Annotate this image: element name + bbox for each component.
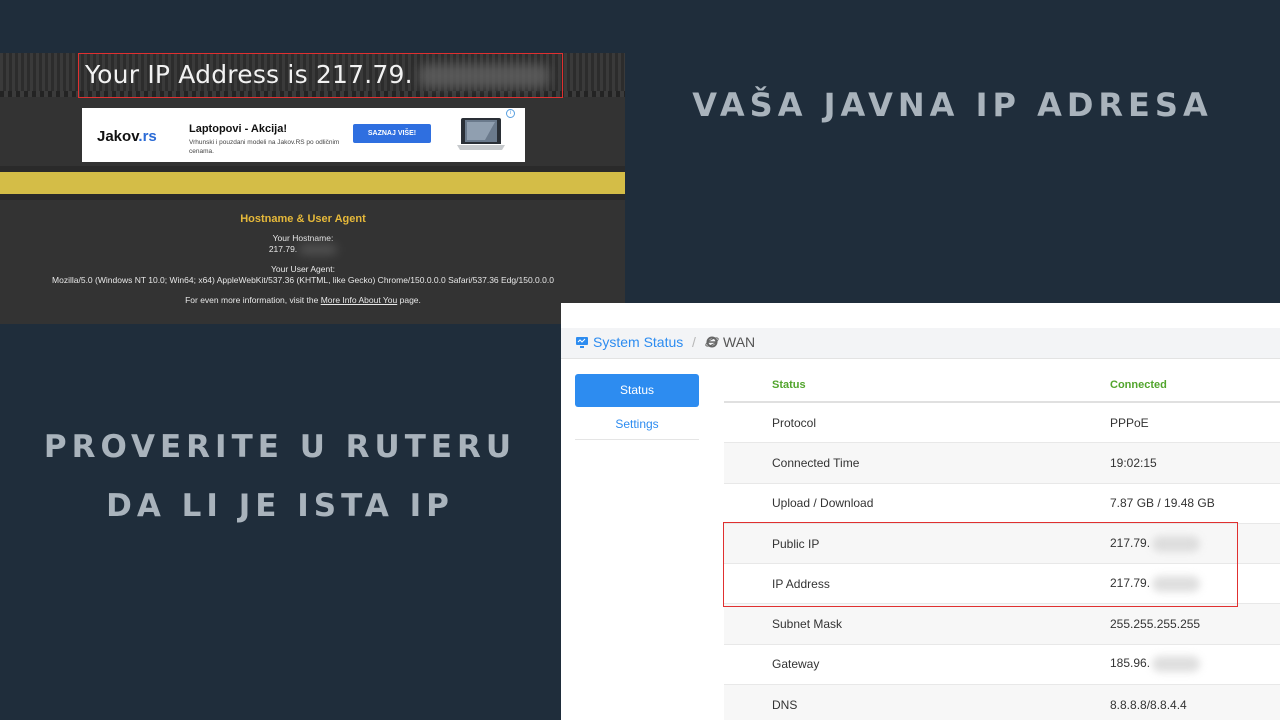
row-value: 185.96.: [1110, 656, 1201, 673]
redacted-hostname: [299, 245, 338, 255]
laptop-icon: [455, 116, 507, 159]
row-key: Subnet Mask: [772, 617, 843, 632]
redacted-ip: [418, 64, 549, 88]
ad-info-icon[interactable]: i: [506, 109, 515, 118]
header-connected: Connected: [1110, 379, 1167, 391]
row-key: DNS: [772, 697, 798, 712]
monitor-icon: [576, 337, 588, 348]
ad-body: Vrhunski i pouzdani modeli na Jakov.RS p…: [189, 139, 340, 155]
hostname-value: 217.79.: [0, 244, 606, 255]
ip-highlight-box-router: [723, 522, 1238, 607]
sidebar-settings-link[interactable]: Settings: [575, 409, 699, 440]
row-value: 7.87 GB / 19.48 GB: [1110, 496, 1215, 511]
table-row: Connected Time 19:02:15: [724, 443, 1280, 484]
table-row: Gateway 185.96.: [724, 645, 1280, 686]
hostname-label: Your Hostname:: [272, 233, 334, 243]
caption-public-ip: VAŠA JAVNA IP ADRESA: [692, 86, 1213, 124]
row-value: 19:02:15: [1110, 455, 1157, 470]
section-title: Hostname & User Agent: [240, 213, 366, 225]
row-value: 8.8.8.8/8.8.4.4: [1110, 697, 1187, 712]
ad-banner[interactable]: Jakov.rs Laptopovi - Akcija! Vrhunski i …: [82, 108, 525, 162]
ip-title: Your IP Address is 217.79.: [85, 60, 549, 89]
table-row: Subnet Mask 255.255.255.255: [724, 604, 1280, 645]
router-admin-page: System Status / WAN Status Settings Stat…: [561, 303, 1280, 720]
table-header: Status Connected: [724, 369, 1280, 403]
caption-line-1: PROVERITE U RUTERU: [43, 429, 517, 465]
redacted-gateway: [1152, 656, 1201, 673]
router-topbar: [561, 303, 1280, 328]
more-info-link[interactable]: More Info About You: [321, 295, 398, 305]
breadcrumb-system-status[interactable]: System Status: [575, 334, 683, 350]
caption-check-router: PROVERITE U RUTERU DA LI JE ISTA IP: [0, 418, 560, 536]
row-key: Upload / Download: [772, 496, 874, 511]
sidebar-status-button[interactable]: Status: [575, 374, 699, 407]
table-row: Protocol PPPoE: [724, 403, 1280, 444]
user-agent-label: Your User Agent:: [271, 264, 335, 274]
ip-highlight-box: Your IP Address is 217.79.: [78, 53, 563, 98]
breadcrumb-separator: /: [692, 334, 696, 350]
breadcrumb-wan: WAN: [705, 334, 755, 350]
row-key: Protocol: [772, 415, 817, 430]
table-row: Upload / Download 7.87 GB / 19.48 GB: [724, 484, 1280, 524]
gold-divider: [0, 172, 625, 194]
ip-lookup-page: Your IP Address is 217.79. Jakov.rs Lapt…: [0, 53, 625, 324]
caption-line-2: DA LI JE ISTA IP: [106, 488, 454, 524]
breadcrumb: System Status / WAN: [561, 328, 1280, 359]
row-value: 255.255.255.255: [1110, 617, 1201, 632]
header-status: Status: [772, 379, 806, 391]
table-row: DNS 8.8.8.8/8.8.4.4: [724, 685, 1280, 720]
row-value: PPPoE: [1110, 415, 1149, 430]
ad-cta-button[interactable]: SAZNAJ VIŠE!: [353, 124, 431, 143]
ad-logo: Jakov.rs: [97, 128, 157, 145]
ie-icon: [705, 336, 719, 348]
more-info-line: For even more information, visit the Mor…: [185, 295, 421, 305]
row-key: Connected Time: [772, 455, 860, 470]
user-agent-value: Mozilla/5.0 (Windows NT 10.0; Win64; x64…: [52, 275, 554, 285]
ad-headline: Laptopovi - Akcija!: [189, 123, 287, 135]
row-key: Gateway: [772, 657, 820, 672]
